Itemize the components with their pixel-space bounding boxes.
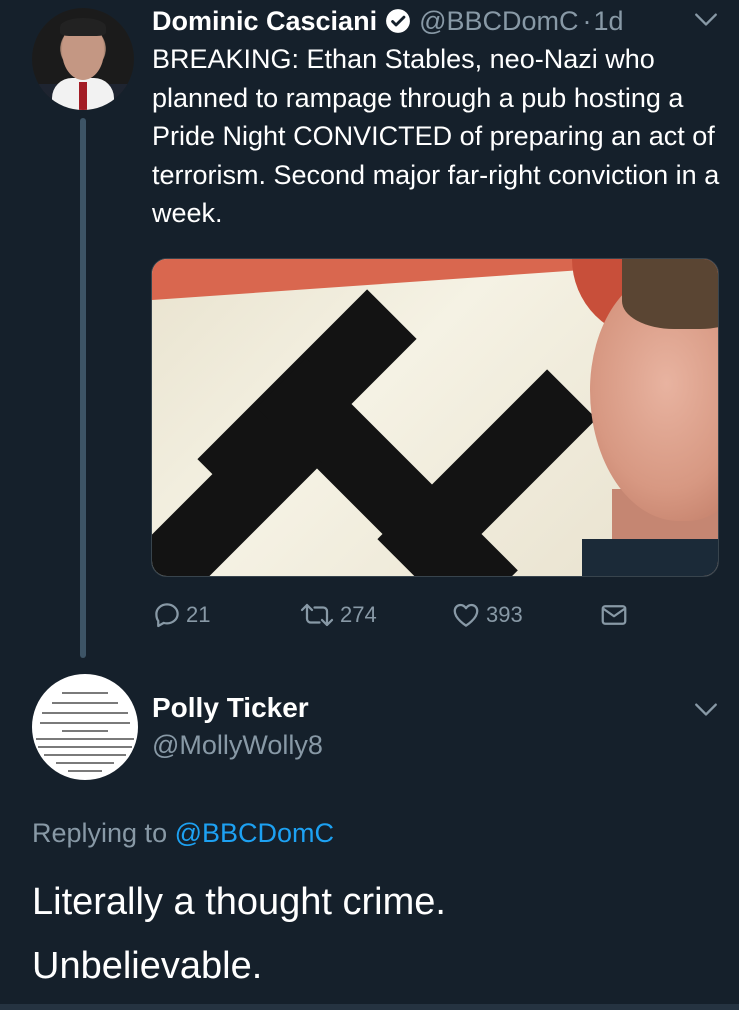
heart-icon (453, 603, 479, 627)
reply-count: 21 (186, 602, 211, 627)
retweet-icon (300, 603, 334, 627)
retweet-count: 274 (340, 602, 377, 627)
photo-hair (622, 259, 718, 329)
tweet-media-image[interactable] (151, 258, 719, 577)
reply-icon (155, 603, 179, 628)
avatar-hair (60, 18, 106, 36)
tweet-text: BREAKING: Ethan Stables, neo-Nazi who pl… (152, 44, 720, 229)
replying-to-handle-link[interactable]: @BBCDomC (175, 818, 334, 848)
thread-connector-line (80, 118, 86, 658)
avatar-text-line (38, 746, 132, 748)
avatar-text-line (56, 762, 114, 764)
tweet-header: Dominic Casciani @BBCDomC · 1d (152, 6, 624, 36)
avatar-text-line (42, 712, 128, 714)
avatar-text-line (62, 692, 108, 694)
photo-shirt (582, 539, 718, 576)
retweet-button[interactable]: 274 (298, 600, 377, 630)
reply-author-avatar[interactable] (32, 674, 138, 780)
reply-button[interactable]: 21 (152, 600, 210, 630)
avatar-text-line (36, 738, 134, 740)
reply-author-handle[interactable]: @MollyWolly8 (152, 730, 323, 761)
avatar-text-line (68, 770, 102, 772)
chevron-down-icon[interactable] (693, 8, 719, 30)
author-avatar[interactable] (32, 8, 134, 110)
tweet-time[interactable]: 1d (594, 6, 624, 37)
author-handle[interactable]: @BBCDomC (419, 6, 578, 37)
replying-to-label: Replying to (32, 818, 168, 848)
reply-text: Literally a thought crime. Unbelievable. (32, 870, 722, 998)
reply-author-name[interactable]: Polly Ticker (152, 692, 309, 724)
like-count: 393 (486, 602, 523, 627)
avatar-text-line (44, 754, 126, 756)
envelope-icon (601, 605, 627, 625)
avatar-text-line (40, 722, 130, 724)
reply-text-line-2: Unbelievable. (32, 945, 263, 987)
like-button[interactable]: 393 (450, 600, 523, 630)
avatar-text-line (52, 702, 118, 704)
header-separator: · (582, 5, 592, 36)
chevron-down-icon[interactable] (693, 698, 719, 720)
avatar-tie (79, 82, 87, 110)
reply-text-line-1: Literally a thought crime. (32, 881, 446, 923)
verified-badge-icon (386, 9, 410, 33)
author-name[interactable]: Dominic Casciani (152, 6, 377, 37)
divider (0, 1004, 739, 1010)
direct-message-button[interactable] (598, 600, 634, 630)
avatar-text-line (62, 730, 108, 732)
replying-to-line: Replying to @BBCDomC (32, 818, 334, 849)
